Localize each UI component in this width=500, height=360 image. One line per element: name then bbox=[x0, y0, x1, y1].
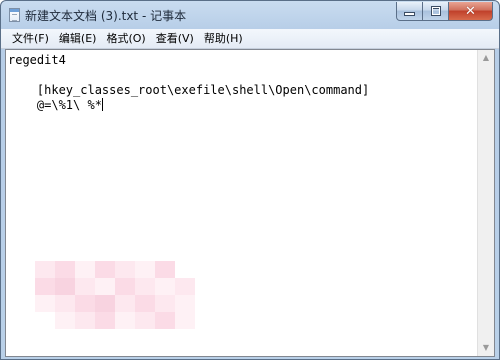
blur-pixel bbox=[95, 312, 115, 329]
editor-line-text: @=\%1\ %* bbox=[8, 98, 102, 112]
blur-pixel bbox=[175, 278, 195, 295]
text-caret bbox=[101, 98, 103, 111]
scroll-up-arrow-icon[interactable]: ▲ bbox=[478, 50, 494, 66]
blur-pixel bbox=[135, 312, 155, 329]
blur-pixel bbox=[95, 261, 115, 278]
blur-pixel bbox=[55, 295, 75, 312]
blur-pixel bbox=[75, 295, 95, 312]
blur-pixel bbox=[135, 278, 155, 295]
scroll-down-arrow-icon[interactable]: ▼ bbox=[478, 340, 494, 356]
blur-pixel bbox=[75, 261, 95, 278]
close-icon: ✕ bbox=[465, 3, 476, 19]
maximize-icon bbox=[430, 6, 441, 16]
blur-pixel bbox=[55, 261, 75, 278]
maximize-button[interactable] bbox=[423, 2, 449, 21]
blur-pixel bbox=[155, 312, 175, 329]
blur-pixel bbox=[75, 278, 95, 295]
blur-pixel bbox=[115, 261, 135, 278]
blur-pixel bbox=[155, 261, 175, 278]
menu-view[interactable]: 查看(V) bbox=[151, 29, 199, 48]
close-button[interactable]: ✕ bbox=[449, 2, 493, 21]
editor-line: @=\%1\ %* bbox=[8, 98, 478, 113]
blur-pixel bbox=[35, 312, 55, 329]
blur-pixel bbox=[175, 295, 195, 312]
blur-pixel bbox=[155, 295, 175, 312]
blur-pixel bbox=[35, 295, 55, 312]
blur-pixel bbox=[55, 278, 75, 295]
menu-format[interactable]: 格式(O) bbox=[101, 29, 150, 48]
blur-pixel bbox=[135, 261, 155, 278]
minimize-icon bbox=[404, 12, 415, 16]
editor-line: [hkey_classes_root\exefile\shell\Open\co… bbox=[8, 83, 370, 97]
blur-pixel bbox=[155, 278, 175, 295]
notepad-icon[interactable] bbox=[9, 8, 20, 22]
menu-help[interactable]: 帮助(H) bbox=[199, 29, 248, 48]
editor-line: regedit4 bbox=[8, 53, 66, 67]
menu-file[interactable]: 文件(F) bbox=[7, 29, 54, 48]
pixelated-watermark bbox=[35, 261, 195, 329]
blur-pixel bbox=[55, 312, 75, 329]
blur-pixel bbox=[135, 295, 155, 312]
vertical-scrollbar[interactable]: ▲ ▼ bbox=[477, 50, 494, 356]
menu-bar: 文件(F) 编辑(E) 格式(O) 查看(V) 帮助(H) bbox=[1, 29, 499, 49]
blur-pixel bbox=[175, 261, 195, 278]
blur-pixel bbox=[75, 312, 95, 329]
blur-pixel bbox=[115, 278, 135, 295]
caption-buttons: ✕ bbox=[396, 2, 493, 21]
blur-pixel bbox=[95, 278, 115, 295]
minimize-button[interactable] bbox=[396, 2, 423, 21]
blur-pixel bbox=[175, 312, 195, 329]
blur-pixel bbox=[95, 295, 115, 312]
blur-pixel bbox=[115, 295, 135, 312]
blur-pixel bbox=[35, 261, 55, 278]
blur-pixel bbox=[115, 312, 135, 329]
menu-edit[interactable]: 编辑(E) bbox=[54, 29, 102, 48]
blur-pixel bbox=[35, 278, 55, 295]
notepad-window: 新建文本文档 (3).txt - 记事本 ✕ 文件(F) 编辑(E) 格式(O)… bbox=[0, 0, 500, 360]
title-bar[interactable]: 新建文本文档 (3).txt - 记事本 ✕ bbox=[1, 1, 499, 29]
window-title: 新建文本文档 (3).txt - 记事本 bbox=[25, 9, 187, 23]
